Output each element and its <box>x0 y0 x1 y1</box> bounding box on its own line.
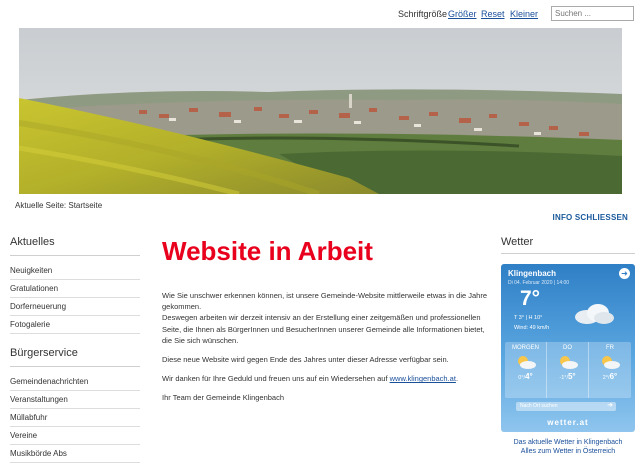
sidebar-item-veranstaltungen[interactable]: Veranstaltungen <box>10 391 140 409</box>
font-smaller-link[interactable]: Kleiner <box>510 9 538 19</box>
sun-cloud-icon <box>602 356 620 369</box>
weather-location-search[interactable]: Nach Ort suchen ➜ <box>516 402 616 411</box>
forecast-day-name: MORGEN <box>512 345 539 351</box>
font-reset-link[interactable]: Reset <box>481 9 505 19</box>
weather-heading: Wetter <box>501 236 534 248</box>
sidebar-item-vereine[interactable]: Vereine <box>10 427 140 445</box>
forecast-day: FR 2°/6° <box>589 342 631 398</box>
paragraph-signature: Ihr Team der Gemeinde Klingenbach <box>162 393 285 403</box>
forecast-day-name: DO <box>563 345 572 351</box>
weather-link-austria[interactable]: Alles zum Wetter in Österreich <box>501 447 635 456</box>
paragraph-availability: Diese neue Website wird gegen Ende des J… <box>162 355 449 365</box>
forecast-day-name: FR <box>606 345 614 351</box>
website-link[interactable]: www.klingenbach.at <box>390 374 456 383</box>
font-size-label: Schriftgröße <box>398 9 448 19</box>
weather-links: Das aktuelle Wetter in Klingenbach Alles… <box>501 438 635 456</box>
forecast-temp: -1°/5° <box>559 372 576 381</box>
forecast-temp: 0°/4° <box>518 372 533 381</box>
paragraph-thanks: Wir danken für Ihre Geduld und freuen un… <box>162 374 459 384</box>
sidebar-item-muellabfuhr[interactable]: Müllabfuhr <box>10 409 140 427</box>
weather-search-label: Nach Ort suchen <box>520 403 558 409</box>
info-close-button[interactable]: INFO SCHLIESSEN <box>553 213 628 222</box>
weather-link-local[interactable]: Das aktuelle Wetter in Klingenbach <box>501 438 635 447</box>
sidebar-item-fotogalerie[interactable]: Fotogalerie <box>10 316 140 334</box>
temperature-range: T 3° | H 10° <box>514 315 543 321</box>
forecast-panel: MORGEN 0°/4° DO -1°/5° FR 2°/6° <box>505 342 631 398</box>
weather-brand-logo: wetter.at <box>547 418 589 427</box>
forecast-day: DO -1°/5° <box>547 342 589 398</box>
forecast-day: MORGEN 0°/4° <box>505 342 547 398</box>
sun-cloud-icon <box>517 356 536 369</box>
page-title: Website in Arbeit <box>162 236 373 266</box>
sidebar-section-heading: Aktuelles <box>10 236 140 256</box>
sidebar-item-neuigkeiten[interactable]: Neuigkeiten <box>10 262 140 280</box>
forecast-temp: 2°/6° <box>602 372 618 381</box>
weather-town: Klingenbach <box>508 269 557 278</box>
weather-divider <box>501 253 635 254</box>
weather-date: Di 04. Februar 2020 | 14:00 <box>508 280 570 286</box>
current-temperature: 7° <box>520 287 541 310</box>
search-input[interactable] <box>551 6 634 21</box>
sidebar-nav: Aktuelles Neuigkeiten Gratulationen Dorf… <box>10 236 140 463</box>
sidebar-section-heading: Bürgerservice <box>10 347 140 367</box>
sidebar-item-gemeindenachrichten[interactable]: Gemeindenachrichten <box>10 373 140 391</box>
wind-speed: Wind: 49 km/h <box>514 325 550 331</box>
paragraph-intro: Wie Sie unschwer erkennen können, ist un… <box>162 291 488 345</box>
arrow-right-icon: ➜ <box>607 402 613 409</box>
sidebar-item-partial[interactable]: Musikbörde Abs <box>10 445 140 463</box>
arrow-right-icon[interactable]: ➜ <box>619 268 630 279</box>
header-banner-image <box>19 28 622 194</box>
weather-widget[interactable]: Klingenbach Di 04. Februar 2020 | 14:00 … <box>501 264 635 432</box>
font-bigger-link[interactable]: Größer <box>448 9 477 19</box>
sun-cloud-icon <box>559 356 578 369</box>
sidebar-item-dorferneuerung[interactable]: Dorferneuerung <box>10 298 140 316</box>
main-content: Website in Arbeit Wie Sie unschwer erken… <box>162 234 492 412</box>
top-toolbar: Schriftgröße Größer Reset Kleiner <box>0 6 640 22</box>
sidebar-item-gratulationen[interactable]: Gratulationen <box>10 280 140 298</box>
cloud-icon <box>575 304 614 324</box>
breadcrumb: Aktuelle Seite: Startseite <box>15 201 103 210</box>
